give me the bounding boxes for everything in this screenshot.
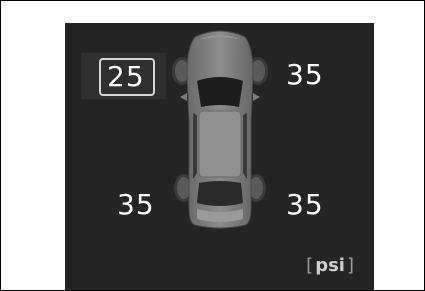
figure-frame: 25 35 35 35 [psi] <box>0 0 425 291</box>
unit-text: psi <box>315 255 345 276</box>
pressure-unit-label: [psi] <box>306 257 354 275</box>
rear-left-tire-pressure: 35 <box>117 188 155 221</box>
front-right-tire-pressure: 35 <box>286 58 324 91</box>
tire-pressure-display: 25 35 35 35 [psi] <box>65 23 374 290</box>
unit-close-bracket: ] <box>346 255 354 276</box>
car-top-view-icon <box>172 30 268 229</box>
front-left-tire-pressure: 25 <box>99 58 155 96</box>
rear-right-tire-pressure: 35 <box>286 188 324 221</box>
unit-open-bracket: [ <box>306 255 314 276</box>
